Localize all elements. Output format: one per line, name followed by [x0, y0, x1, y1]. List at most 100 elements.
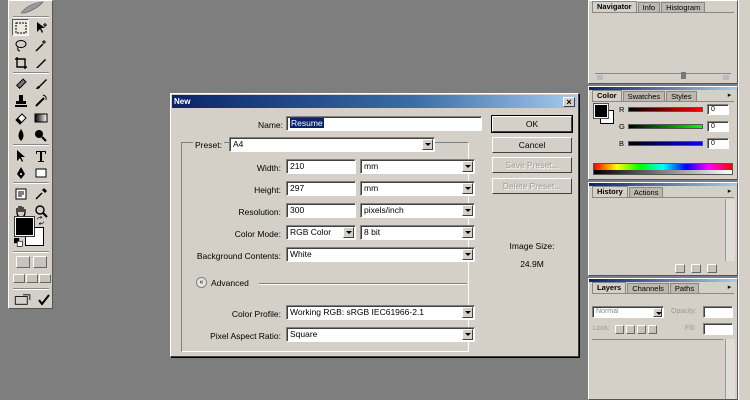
delete-preset-button[interactable]: Delete Preset...	[492, 178, 572, 194]
tab-history[interactable]: History	[592, 186, 628, 197]
panel-menu-icon[interactable]: ▸	[725, 91, 734, 100]
swap-colors-icon[interactable]	[35, 215, 45, 225]
lock-transparent-icon[interactable]	[615, 325, 624, 334]
dodge-tool-icon[interactable]	[32, 126, 49, 143]
chevron-down-icon	[462, 227, 473, 238]
blend-mode-dropdown[interactable]: Normal	[592, 306, 664, 318]
notes-tool-icon[interactable]	[12, 185, 29, 202]
color-spectrum-bar[interactable]	[593, 163, 733, 175]
history-scrollbar[interactable]	[725, 199, 735, 261]
cancel-button[interactable]: Cancel	[492, 137, 572, 153]
ok-button[interactable]: OK	[491, 115, 573, 133]
new-document-from-state-icon[interactable]	[675, 264, 685, 273]
zoom-slider-thumb[interactable]	[681, 72, 686, 79]
clone-stamp-tool-icon[interactable]	[12, 92, 29, 109]
tab-histogram[interactable]: Histogram	[661, 2, 706, 12]
tab-paths[interactable]: Paths	[669, 283, 700, 293]
history-brush-tool-icon[interactable]	[32, 92, 49, 109]
height-field[interactable]: 297	[286, 181, 356, 196]
tab-navigator[interactable]: Navigator	[592, 1, 637, 12]
resolution-unit-dropdown[interactable]: pixels/inch	[360, 203, 475, 218]
delete-state-icon[interactable]	[707, 264, 717, 273]
zoom-out-icon[interactable]	[597, 75, 603, 80]
standard-mode-button[interactable]	[16, 256, 30, 268]
pen-tool-icon[interactable]	[12, 164, 29, 181]
tab-swatches[interactable]: Swatches	[622, 91, 666, 101]
opacity-field[interactable]	[703, 306, 733, 318]
green-slider[interactable]	[628, 124, 703, 129]
panel-menu-icon[interactable]: ▸	[725, 283, 734, 292]
move-tool-icon[interactable]	[32, 19, 49, 36]
width-unit-dropdown[interactable]: mm	[360, 159, 475, 174]
checkmark-icon[interactable]	[35, 291, 52, 308]
layers-list[interactable]	[592, 339, 723, 399]
fill-field[interactable]	[703, 323, 733, 335]
lasso-tool-icon[interactable]	[12, 37, 29, 54]
resolution-field[interactable]: 300	[286, 203, 356, 218]
tab-info[interactable]: Info	[637, 2, 661, 12]
preset-dropdown[interactable]: A4	[229, 137, 435, 152]
quick-mask-mode-button[interactable]	[33, 256, 47, 268]
tab-color[interactable]: Color	[592, 90, 622, 101]
save-preset-button[interactable]: Save Preset...	[492, 157, 572, 173]
blue-slider[interactable]	[628, 141, 703, 146]
tab-channels[interactable]: Channels	[627, 283, 669, 293]
gradient-tool-icon[interactable]	[32, 109, 49, 126]
crop-tool-icon[interactable]	[12, 54, 29, 71]
brush-tool-icon[interactable]	[32, 75, 49, 92]
healing-brush-tool-icon[interactable]	[12, 75, 29, 92]
height-unit-dropdown[interactable]: mm	[360, 181, 475, 196]
magic-wand-tool-icon[interactable]	[32, 37, 49, 54]
channel-g-label: G	[619, 122, 625, 131]
pixel-aspect-ratio-dropdown[interactable]: Square	[286, 327, 475, 342]
resolution-label: Resolution:	[238, 207, 281, 217]
type-tool-icon[interactable]	[32, 147, 49, 164]
chevron-down-icon	[462, 205, 473, 216]
width-field[interactable]: 210	[286, 159, 356, 174]
full-screen-menu-mode-button[interactable]	[26, 274, 38, 283]
slice-tool-icon[interactable]	[32, 54, 49, 71]
foreground-color-swatch[interactable]	[14, 216, 35, 237]
standard-screen-mode-button[interactable]	[13, 274, 25, 283]
navigator-zoom-slider[interactable]	[595, 72, 731, 80]
jump-to-imageready-icon[interactable]	[13, 291, 33, 308]
blue-value-field[interactable]: 0	[707, 138, 729, 149]
advanced-label[interactable]: Advanced	[211, 278, 249, 288]
tab-actions[interactable]: Actions	[628, 187, 664, 197]
tab-layers[interactable]: Layers	[592, 282, 627, 293]
eyedropper-tool-icon[interactable]	[32, 185, 49, 202]
default-colors-icon[interactable]	[13, 237, 23, 247]
color-profile-dropdown[interactable]: Working RGB: sRGB IEC61966-2.1	[286, 305, 475, 320]
lock-position-icon[interactable]	[637, 325, 646, 334]
bit-depth-dropdown[interactable]: 8 bit	[360, 225, 475, 240]
red-slider[interactable]	[628, 107, 703, 112]
chevron-down-icon	[462, 307, 473, 318]
preset-label: Preset:	[193, 140, 224, 150]
history-list[interactable]	[592, 199, 723, 261]
path-selection-tool-icon[interactable]	[12, 147, 29, 164]
color-panel: Color Swatches Styles ▸ R 0 G 0 B 0	[588, 86, 738, 180]
name-field[interactable]: Resume	[286, 116, 482, 131]
dialog-titlebar[interactable]: New ×	[172, 95, 577, 108]
red-value-field[interactable]: 0	[707, 104, 729, 115]
close-icon[interactable]: ×	[563, 97, 575, 107]
color-fg-swatch[interactable]	[593, 103, 609, 119]
tab-styles[interactable]: Styles	[666, 91, 697, 101]
zoom-in-icon[interactable]	[723, 75, 729, 80]
shape-tool-icon[interactable]	[32, 164, 49, 181]
panel-menu-icon[interactable]: ▸	[725, 187, 734, 196]
background-contents-dropdown[interactable]: White	[286, 247, 475, 262]
green-value-field[interactable]: 0	[707, 121, 729, 132]
history-panel: History Actions ▸	[588, 182, 738, 276]
color-mode-dropdown[interactable]: RGB Color	[286, 225, 356, 240]
advanced-toggle-icon[interactable]: «	[196, 277, 207, 288]
new-snapshot-icon[interactable]	[691, 264, 701, 273]
blur-tool-icon[interactable]	[12, 126, 29, 143]
marquee-tool-icon[interactable]	[12, 19, 29, 36]
layers-scrollbar[interactable]	[725, 339, 735, 399]
feather-logo-icon[interactable]	[19, 1, 45, 15]
lock-all-icon[interactable]	[648, 325, 657, 334]
full-screen-mode-button[interactable]	[39, 274, 51, 283]
eraser-tool-icon[interactable]	[12, 109, 29, 126]
lock-image-icon[interactable]	[626, 325, 635, 334]
